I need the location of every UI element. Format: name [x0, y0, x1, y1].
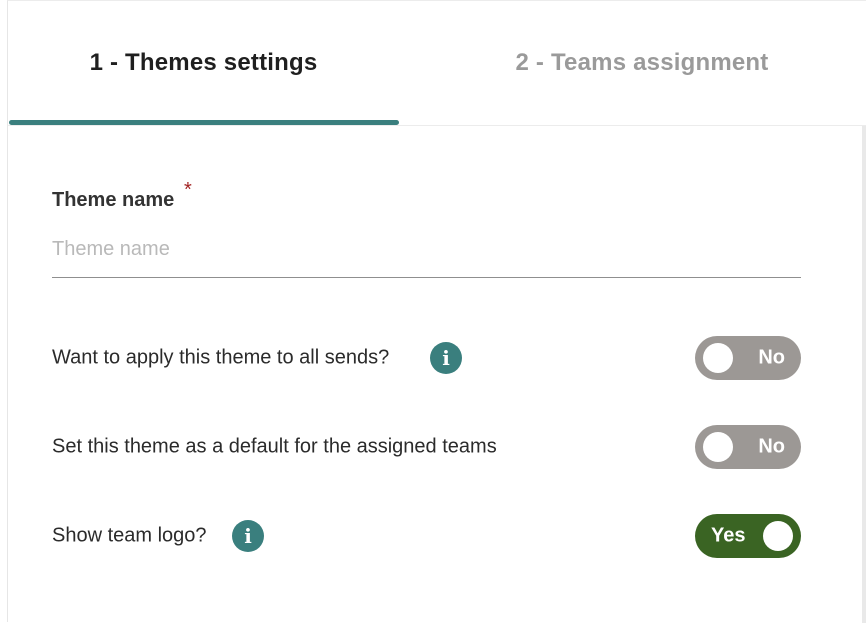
setting-row-default-for-teams: Set this theme as a default for the assi…: [52, 425, 801, 469]
scrollbar-track[interactable]: [862, 126, 866, 623]
default-for-teams-toggle[interactable]: No: [695, 425, 801, 469]
toggle-knob: [703, 343, 733, 373]
info-icon[interactable]: i: [430, 342, 462, 374]
apply-all-sends-toggle[interactable]: No: [695, 336, 801, 380]
toggle-state-label: Yes: [711, 524, 746, 547]
tab-teams-assignment[interactable]: 2 - Teams assignment: [432, 1, 852, 125]
toggle-knob: [763, 521, 793, 551]
apply-all-sends-label: Want to apply this theme to all sends?: [52, 346, 390, 369]
tab-bar: 1 - Themes settings 2 - Teams assignment: [8, 1, 866, 126]
tab-themes-settings[interactable]: 1 - Themes settings: [8, 1, 399, 125]
toggle-state-label: No: [758, 435, 785, 458]
info-icon[interactable]: i: [232, 520, 264, 552]
tab-teams-assignment-label: 2 - Teams assignment: [515, 49, 769, 76]
toggle-knob: [703, 432, 733, 462]
show-team-logo-label: Show team logo?: [52, 524, 207, 547]
tab-themes-settings-label: 1 - Themes settings: [89, 49, 318, 76]
setting-row-apply-all-sends: Want to apply this theme to all sends? i…: [52, 336, 801, 380]
required-indicator: *: [184, 179, 192, 201]
show-team-logo-toggle[interactable]: Yes: [695, 514, 801, 558]
theme-name-label: Theme name: [52, 189, 175, 211]
setting-row-show-team-logo: Show team logo? i Yes: [52, 514, 801, 558]
theme-name-input[interactable]: [52, 233, 801, 278]
toggle-state-label: No: [758, 346, 785, 369]
active-tab-indicator: [9, 120, 399, 125]
theme-settings-panel: 1 - Themes settings 2 - Teams assignment…: [7, 0, 866, 623]
default-for-teams-label: Set this theme as a default for the assi…: [52, 435, 497, 458]
